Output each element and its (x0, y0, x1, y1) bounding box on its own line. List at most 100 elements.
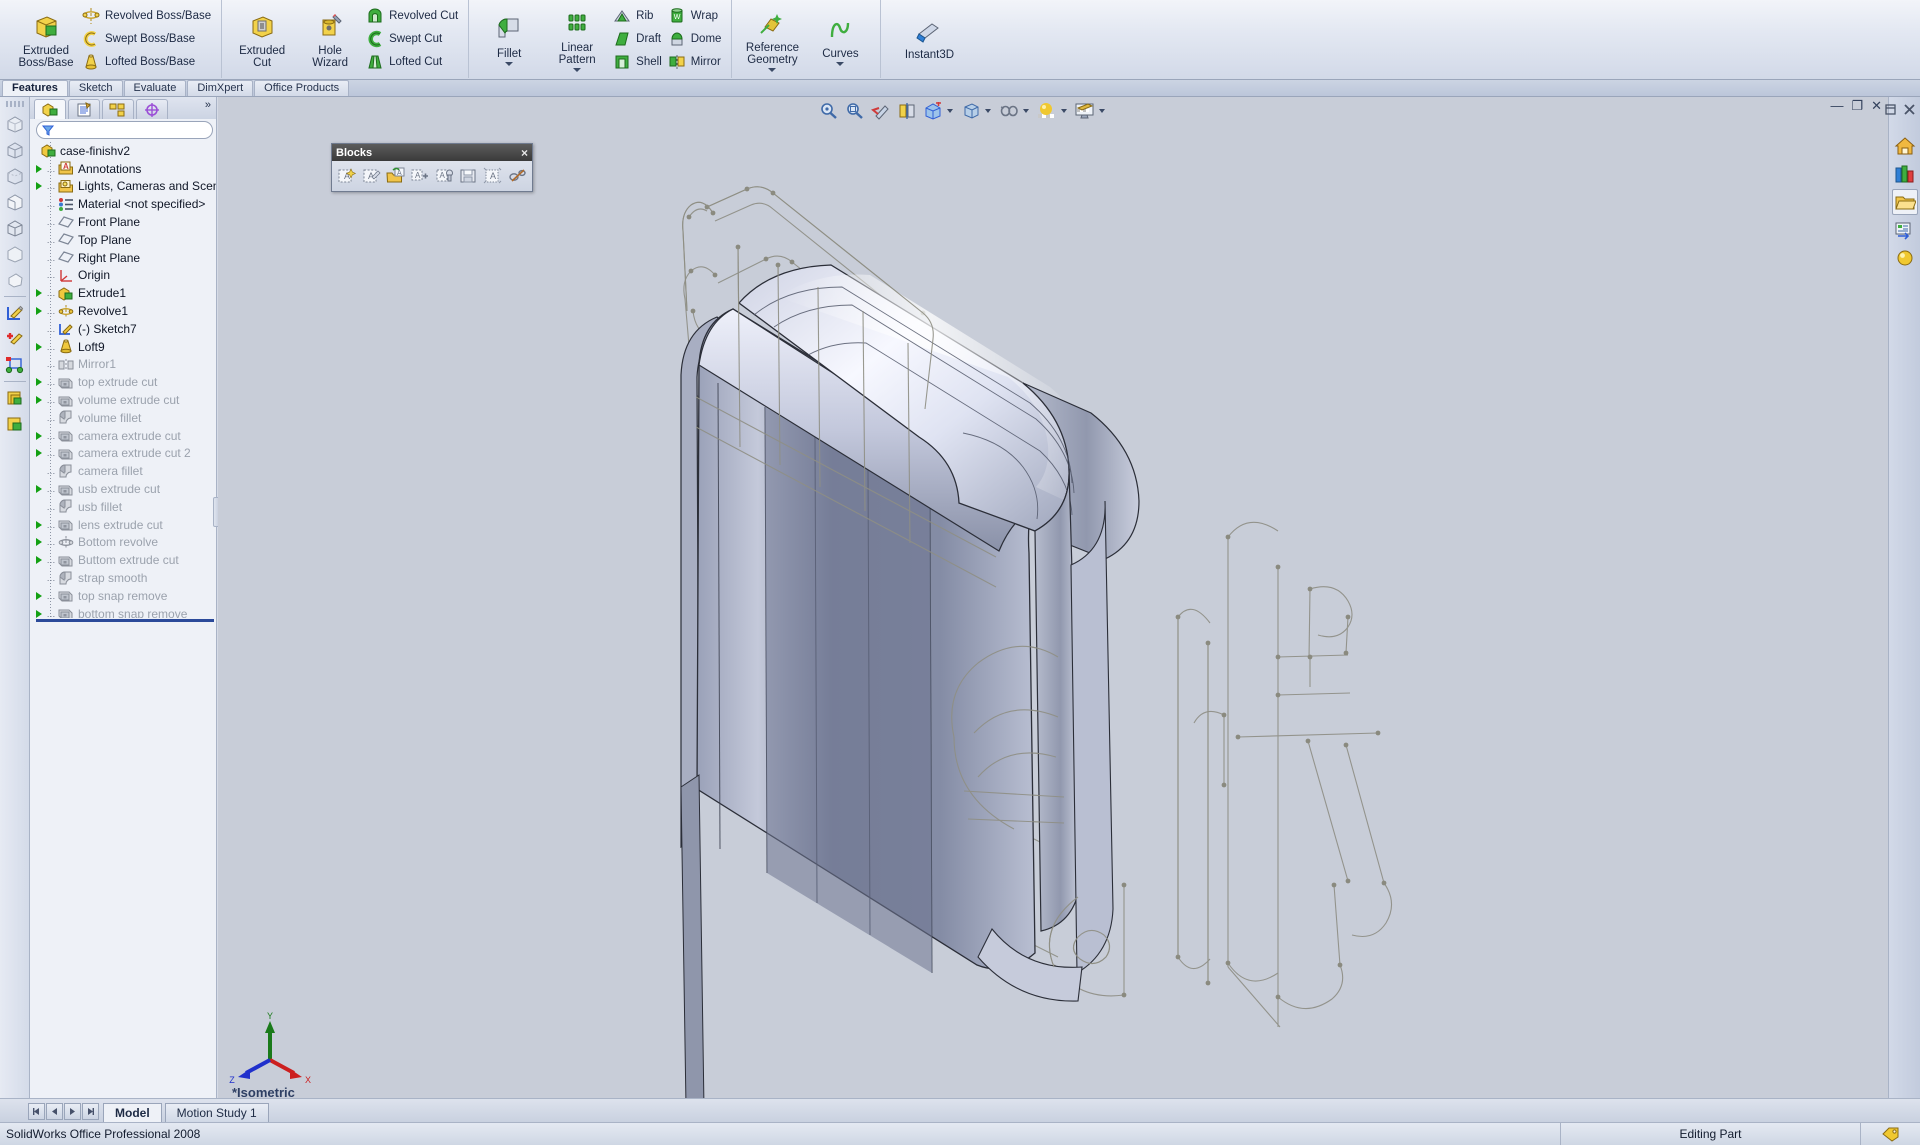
status-tag-icon-cell[interactable] (1860, 1123, 1920, 1145)
instant3d-button[interactable]: Instant3D (887, 2, 971, 76)
dome-button[interactable]: Dome (666, 28, 726, 51)
tab-motion-study-1[interactable]: Motion Study 1 (165, 1103, 269, 1122)
feature-tree-filter-input[interactable] (36, 121, 213, 139)
rib-button[interactable]: Rib (611, 5, 666, 28)
expand-triangle-icon[interactable] (33, 289, 45, 297)
tree-node[interactable]: …lens extrude cut (33, 516, 216, 534)
tab-evaluate[interactable]: Evaluate (124, 80, 187, 96)
view-perspective-icon[interactable] (2, 267, 28, 293)
view-hidden-lines-removed-icon[interactable] (2, 189, 28, 215)
revolved-boss-base-button[interactable]: Revolved Boss/Base (80, 5, 215, 28)
sketch-icon[interactable] (2, 300, 28, 326)
lofted-boss-base-button[interactable]: Lofted Boss/Base (80, 51, 215, 74)
mirror-button[interactable]: Mirror (666, 51, 726, 74)
view-shaded-with-edges-icon[interactable] (2, 215, 28, 241)
view-wireframe-icon[interactable] (2, 137, 28, 163)
search-button[interactable] (1892, 217, 1918, 243)
tree-node[interactable]: …(-) Sketch7 (33, 320, 216, 338)
expand-triangle-icon[interactable] (33, 449, 45, 457)
belt-chain-button[interactable] (506, 165, 529, 187)
tree-node[interactable]: …Buttom extrude cut (33, 551, 216, 569)
move-entities-icon[interactable] (2, 352, 28, 378)
linear-pattern-button[interactable]: LinearPattern (543, 2, 611, 76)
tree-node[interactable]: …camera fillet (33, 462, 216, 480)
tab-dimxpert[interactable]: DimXpert (187, 80, 253, 96)
design-library-button[interactable] (1892, 161, 1918, 187)
expand-triangle-icon[interactable] (33, 307, 45, 315)
expand-triangle-icon[interactable] (33, 165, 45, 173)
tree-node[interactable]: …Top Plane (33, 231, 216, 249)
tree-node[interactable]: …usb fillet (33, 498, 216, 516)
insert-block-button[interactable]: A (384, 165, 407, 187)
view-hidden-lines-visible-icon[interactable] (2, 163, 28, 189)
expand-triangle-icon[interactable] (33, 521, 45, 529)
tree-node[interactable]: …top snap remove (33, 587, 216, 605)
extruded-cut-button[interactable]: ExtrudedCut (228, 2, 296, 76)
appearances-scenes-button[interactable] (1892, 245, 1918, 271)
graphics-area[interactable]: — ❐ ✕ (218, 97, 1888, 1098)
expand-triangle-icon[interactable] (33, 182, 45, 190)
assembly-feature-2-icon[interactable] (2, 411, 28, 437)
feature-manager-tree-tab[interactable] (34, 99, 66, 119)
fillet-button[interactable]: Fillet (475, 2, 543, 76)
lofted-cut-button[interactable]: Lofted Cut (364, 51, 462, 74)
tab-office-products[interactable]: Office Products (254, 80, 349, 96)
solidworks-resources-button[interactable] (1892, 133, 1918, 159)
make-block-button[interactable]: A (335, 165, 358, 187)
tree-node[interactable]: …top extrude cut (33, 373, 216, 391)
tree-node[interactable]: …Mirror1 (33, 356, 216, 374)
shell-button[interactable]: Shell (611, 51, 666, 74)
blocks-toolbar-dialog[interactable]: Blocks × A A A A A (331, 143, 533, 192)
3d-sketch-icon[interactable] (2, 326, 28, 352)
phone-case-3d-model[interactable] (218, 97, 1888, 1098)
linear-pattern-dropdown-caret[interactable] (573, 68, 581, 72)
edit-block-button[interactable]: A (359, 165, 382, 187)
save-block-button[interactable] (457, 165, 480, 187)
explode-block-button[interactable]: A (481, 165, 504, 187)
draft-button[interactable]: Draft (611, 28, 666, 51)
next-tab-button[interactable] (64, 1103, 81, 1120)
tree-node[interactable]: …Extrude1 (33, 284, 216, 302)
feature-manager-overflow[interactable]: » (205, 99, 214, 119)
revolved-cut-button[interactable]: Revolved Cut (364, 5, 462, 28)
expand-triangle-icon[interactable] (33, 485, 45, 493)
dimxpert-manager-tab[interactable] (136, 99, 168, 119)
close-icon[interactable] (1903, 103, 1916, 119)
tree-node[interactable]: …Material <not specified> (33, 195, 216, 213)
tab-sketch[interactable]: Sketch (69, 80, 123, 96)
view-shaded-icon[interactable] (2, 111, 28, 137)
expand-triangle-icon[interactable] (33, 396, 45, 404)
expand-triangle-icon[interactable] (33, 432, 45, 440)
view-draft-quality-icon[interactable] (2, 241, 28, 267)
tree-node[interactable]: …Front Plane (33, 213, 216, 231)
tree-node[interactable]: …volume extrude cut (33, 391, 216, 409)
curves-button[interactable]: Curves (806, 2, 874, 76)
swept-boss-base-button[interactable]: Swept Boss/Base (80, 28, 215, 51)
expand-triangle-icon[interactable] (33, 343, 45, 351)
add-remove-entities-button[interactable]: A (408, 165, 431, 187)
tree-node[interactable]: …camera extrude cut (33, 427, 216, 445)
expand-triangle-icon[interactable] (33, 378, 45, 386)
expand-triangle-icon[interactable] (33, 592, 45, 600)
pin-icon[interactable] (1884, 103, 1897, 119)
tree-node[interactable]: …Origin (33, 267, 216, 285)
blocks-dialog-close-button[interactable]: × (521, 146, 528, 160)
tree-node[interactable]: …camera extrude cut 2 (33, 445, 216, 463)
last-tab-button[interactable] (82, 1103, 99, 1120)
tree-node[interactable]: …Lights, Cameras and Scene (33, 178, 216, 196)
tree-node[interactable]: …strap smooth (33, 569, 216, 587)
tab-features[interactable]: Features (2, 80, 68, 96)
wrap-button[interactable]: W Wrap (666, 5, 726, 28)
swept-cut-button[interactable]: Swept Cut (364, 28, 462, 51)
extruded-boss-base-button[interactable]: ExtrudedBoss/Base (12, 2, 80, 76)
rebuild-block-button[interactable]: A (433, 165, 456, 187)
configuration-manager-tab[interactable] (102, 99, 134, 119)
fillet-dropdown-caret[interactable] (505, 62, 513, 66)
tree-node[interactable]: …AAnnotations (33, 160, 216, 178)
expand-triangle-icon[interactable] (33, 556, 45, 564)
prev-tab-button[interactable] (46, 1103, 63, 1120)
tab-model[interactable]: Model (103, 1103, 162, 1122)
file-explorer-button[interactable] (1892, 189, 1918, 215)
tree-node[interactable]: case-finishv2 (33, 142, 216, 160)
hole-wizard-button[interactable]: HoleWizard (296, 2, 364, 76)
